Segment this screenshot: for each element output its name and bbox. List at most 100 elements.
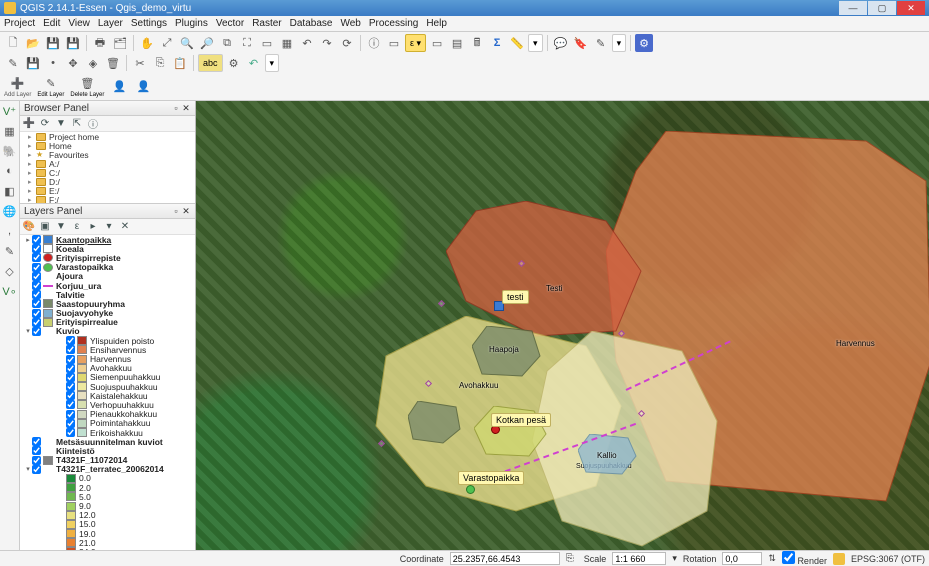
paste-features-button[interactable]: 📋 <box>171 54 189 72</box>
bookmark-button[interactable]: 🔖 <box>572 34 590 52</box>
pan-button[interactable]: ✋ <box>138 34 156 52</box>
select-button[interactable]: ▭ <box>385 34 403 52</box>
new-shapefile-button[interactable]: ✎ <box>2 243 18 259</box>
annotation-dropdown[interactable]: ▾ <box>612 34 627 52</box>
add-wfs-layer-button[interactable]: ◇ <box>2 263 18 279</box>
layers-collapse-button[interactable]: ▾ <box>102 220 116 234</box>
zoom-out-button[interactable]: 🔎 <box>198 34 216 52</box>
expression-select-button[interactable]: ε ▾ <box>405 34 426 52</box>
menu-view[interactable]: View <box>68 18 90 29</box>
browser-item[interactable]: ▸Project home <box>20 132 195 141</box>
rotation-field[interactable] <box>722 552 762 565</box>
browser-item[interactable]: ▸E:/ <box>20 186 195 195</box>
zoom-last-button[interactable]: ↶ <box>298 34 316 52</box>
menu-processing[interactable]: Processing <box>369 18 418 29</box>
layer-row[interactable]: 5.0 <box>20 492 195 501</box>
coordinate-field[interactable] <box>450 552 560 565</box>
crs-icon[interactable] <box>833 553 845 565</box>
crs-label[interactable]: EPSG:3067 (OTF) <box>851 554 925 564</box>
layers-style-button[interactable]: 🎨 <box>22 220 36 234</box>
annotation-button[interactable]: ✎ <box>592 34 610 52</box>
menu-vector[interactable]: Vector <box>216 18 244 29</box>
zoom-layer-button[interactable]: ▦ <box>278 34 296 52</box>
add-virtual-layer-button[interactable]: V∘ <box>2 283 18 299</box>
new-project-button[interactable]: 🗋 <box>4 34 22 52</box>
identify-button[interactable]: ⓘ <box>365 34 383 52</box>
render-checkbox[interactable] <box>782 551 795 564</box>
layers-expression-button[interactable]: ε <box>70 220 84 234</box>
layer-row[interactable]: 9.0 <box>20 501 195 510</box>
layer-row[interactable]: Ajoura <box>20 272 195 281</box>
layer-row[interactable]: 0.0 <box>20 474 195 483</box>
browser-collapse-button[interactable]: ⇱ <box>70 117 84 131</box>
zoom-next-button[interactable]: ↷ <box>318 34 336 52</box>
refresh-button[interactable]: ⟳ <box>338 34 356 52</box>
add-postgis-layer-button[interactable]: 🐘 <box>2 143 18 159</box>
add-csv-layer-button[interactable]: , <box>2 223 18 239</box>
copy-features-button[interactable]: ⎘ <box>151 54 169 72</box>
stats-button[interactable]: Σ <box>488 34 506 52</box>
layer-row[interactable]: Korjuu_ura <box>20 281 195 290</box>
measure-button[interactable]: 📏 <box>508 34 526 52</box>
node-tool-button[interactable]: ◈ <box>84 54 102 72</box>
label-toolbar-item[interactable]: abc <box>198 54 223 72</box>
layer-row[interactable]: 15.0 <box>20 520 195 529</box>
menu-help[interactable]: Help <box>426 18 447 29</box>
zoom-native-button[interactable]: ⧉ <box>218 34 236 52</box>
browser-item[interactable]: ▸C:/ <box>20 168 195 177</box>
scale-dropdown-icon[interactable]: ▾ <box>672 553 677 564</box>
add-wms-layer-button[interactable]: 🌐 <box>2 203 18 219</box>
layers-panel-undock[interactable]: ▫ <box>171 206 181 216</box>
toolbox-button[interactable]: ⚙ <box>635 34 653 52</box>
cut-features-button[interactable]: ✂ <box>131 54 149 72</box>
window-close-button[interactable]: ✕ <box>897 1 925 15</box>
window-minimize-button[interactable]: — <box>839 1 867 15</box>
delete-layer-button[interactable]: 🗑 <box>78 74 96 92</box>
rotation-stepper-icon[interactable]: ⇅ <box>768 553 776 564</box>
menu-raster[interactable]: Raster <box>252 18 281 29</box>
browser-panel-close[interactable]: ✕ <box>181 103 191 113</box>
browser-item[interactable]: ▸F:/ <box>20 195 195 204</box>
render-checkbox-label[interactable]: Render <box>782 551 827 566</box>
browser-item[interactable]: ▸D:/ <box>20 177 195 186</box>
browser-item[interactable]: ▸A:/ <box>20 159 195 168</box>
layers-panel-close[interactable]: ✕ <box>181 206 191 216</box>
menu-database[interactable]: Database <box>290 18 333 29</box>
add-mssql-layer-button[interactable]: ◧ <box>2 183 18 199</box>
user-button-1[interactable]: 👤 <box>110 77 128 95</box>
move-feature-button[interactable]: ✥ <box>64 54 82 72</box>
layers-add-group-button[interactable]: ▣ <box>38 220 52 234</box>
browser-refresh-button[interactable]: ⟳ <box>38 117 52 131</box>
user-button-2[interactable]: 👤 <box>134 77 152 95</box>
layers-expand-button[interactable]: ▸ <box>86 220 100 234</box>
map-canvas[interactable]: Harvennus Testi Avohakkuu Haapoja Suojus… <box>196 101 929 550</box>
save-as-button[interactable]: 💾 <box>64 34 82 52</box>
layer-row[interactable]: 21.0 <box>20 538 195 547</box>
browser-item[interactable]: ▸Home <box>20 141 195 150</box>
browser-properties-button[interactable]: ⓘ <box>86 117 100 131</box>
zoom-full-button[interactable]: ⛶ <box>238 34 256 52</box>
zoom-selection-button[interactable]: ▭ <box>258 34 276 52</box>
layer-row[interactable]: Erityispirrealue <box>20 318 195 327</box>
browser-tree[interactable]: ▸Project home▸Home▸★Favourites▸A:/▸C:/▸D… <box>20 132 195 204</box>
coordinate-lock-icon[interactable]: ⎘ <box>566 553 578 565</box>
menu-plugins[interactable]: Plugins <box>175 18 208 29</box>
browser-item[interactable]: ▸★Favourites <box>20 150 195 159</box>
open-project-button[interactable]: 📂 <box>24 34 42 52</box>
edit-layer-button[interactable]: ✎ <box>42 74 60 92</box>
add-feature-button[interactable]: • <box>44 54 62 72</box>
add-raster-layer-button[interactable]: ▦ <box>2 123 18 139</box>
layer-row[interactable]: 19.0 <box>20 529 195 538</box>
deselect-button[interactable]: ▭ <box>428 34 446 52</box>
menu-layer[interactable]: Layer <box>98 18 123 29</box>
menu-web[interactable]: Web <box>340 18 360 29</box>
measure-dropdown[interactable]: ▾ <box>528 34 543 52</box>
polygon-saastopuu[interactable] <box>408 401 463 446</box>
undo-button[interactable]: ↶ <box>245 54 263 72</box>
layers-tree[interactable]: ▸KaantopaikkaKoealaErityispirrepisteVara… <box>20 235 195 550</box>
layers-filter-button[interactable]: ▼ <box>54 220 68 234</box>
menu-edit[interactable]: Edit <box>43 18 60 29</box>
layer-row[interactable]: ▸Kaantopaikka <box>20 235 195 244</box>
delete-selected-button[interactable]: 🗑 <box>104 54 122 72</box>
scale-field[interactable] <box>612 552 666 565</box>
